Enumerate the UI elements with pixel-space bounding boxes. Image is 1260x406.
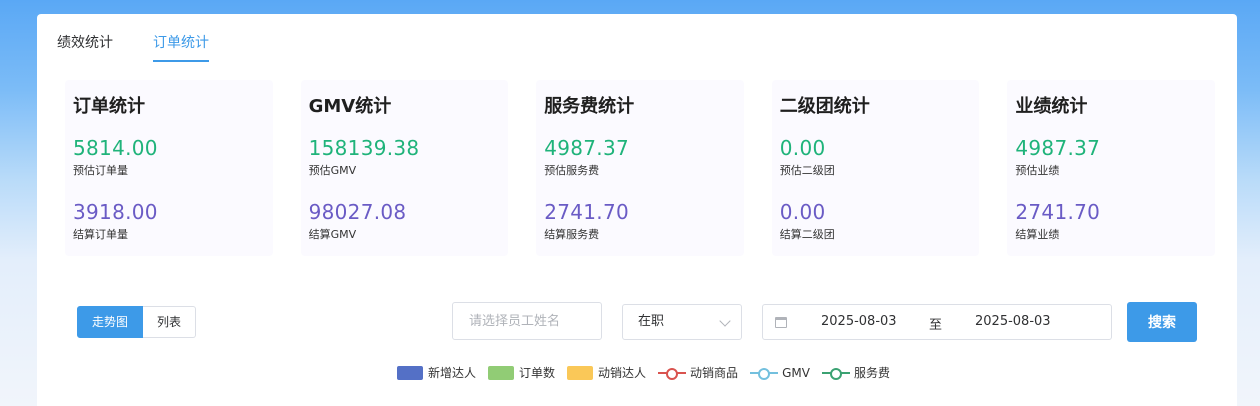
chart-legend: 新增达人 订单数 动销达人 动销商品 GMV 服务费 [397, 364, 902, 381]
estimated-label: 预估二级团 [779, 164, 835, 177]
employee-name-input[interactable] [452, 302, 602, 340]
legend-swatch [488, 365, 515, 380]
date-start[interactable]: 2025-08-03 [821, 314, 897, 329]
settled-label: 结算服务费 [544, 228, 600, 241]
estimated-label: 预估服务费 [544, 164, 600, 177]
estimated-label: 预估订单量 [73, 164, 128, 177]
settled-value: 3918.00 [73, 200, 158, 224]
card-title: 服务费统计 [544, 96, 635, 117]
legend-item-service-fee[interactable]: 服务费 [821, 364, 890, 381]
estimated-value: 158139.38 [308, 136, 420, 160]
settled-label: 结算订单量 [73, 228, 128, 241]
legend-label: 订单数 [519, 366, 556, 380]
settled-value: 2741.70 [544, 200, 629, 224]
estimated-value: 4987.37 [1015, 136, 1101, 160]
legend-line-marker [658, 366, 687, 380]
legend-label: 动销商品 [690, 366, 739, 380]
stats-panel: 绩效统计 订单统计 订单统计 5814.00 预估订单量 3918.00 结算订… [37, 14, 1237, 406]
legend-item-orders[interactable]: 订单数 [488, 364, 555, 381]
calendar-icon [775, 317, 787, 328]
estimated-label: 预估业绩 [1015, 164, 1060, 177]
card-title: 订单统计 [73, 96, 145, 117]
legend-line-marker [821, 366, 850, 380]
card-performance: 业绩统计 4987.37 预估业绩 2741.70 结算业绩 [1007, 80, 1215, 256]
estimated-value: 4987.37 [544, 136, 629, 160]
tab-bar: 绩效统计 订单统计 [57, 32, 209, 62]
settled-label: 结算二级团 [779, 228, 835, 241]
legend-swatch [567, 365, 594, 380]
estimated-label: 预估GMV [308, 164, 357, 177]
card-orders: 订单统计 5814.00 预估订单量 3918.00 结算订单量 [65, 80, 273, 256]
legend-label: 动销达人 [598, 366, 647, 380]
search-button[interactable]: 搜索 [1127, 302, 1197, 342]
legend-swatch [397, 365, 423, 380]
legend-item-active-products[interactable]: 动销商品 [658, 364, 738, 381]
status-value: 在职 [638, 314, 665, 329]
card-gmv: GMV统计 158139.38 预估GMV 98027.08 结算GMV [300, 80, 509, 256]
card-second-group: 二级团统计 0.00 预估二级团 0.00 结算二级团 [771, 80, 980, 256]
tab-performance[interactable]: 绩效统计 [57, 32, 113, 62]
estimated-value: 5814.00 [73, 136, 158, 160]
legend-item-active-creators[interactable]: 动销达人 [567, 364, 646, 381]
estimated-value: 0.00 [779, 136, 826, 160]
date-end[interactable]: 2025-08-03 [975, 314, 1051, 329]
settled-label: 结算业绩 [1015, 228, 1060, 241]
trend-chart-button[interactable]: 走势图 [77, 306, 144, 338]
date-separator: 至 [929, 318, 943, 333]
chevron-down-icon [719, 315, 731, 327]
legend-item-gmv[interactable]: GMV [750, 366, 810, 380]
settled-value: 0.00 [779, 200, 826, 224]
card-title: GMV统计 [308, 96, 392, 117]
card-service-fee: 服务费统计 4987.37 预估服务费 2741.70 结算服务费 [536, 80, 744, 256]
legend-label: 新增达人 [428, 366, 477, 380]
status-select[interactable]: 在职 [622, 304, 742, 340]
settled-value: 98027.08 [308, 200, 407, 224]
card-title: 业绩统计 [1015, 96, 1088, 117]
legend-item-new-creators[interactable]: 新增达人 [397, 364, 476, 381]
view-toggle: 走势图 列表 [77, 306, 197, 338]
stat-cards: 订单统计 5814.00 预估订单量 3918.00 结算订单量 GMV统计 1… [65, 80, 1215, 256]
tab-orders[interactable]: 订单统计 [153, 32, 209, 62]
legend-label: 服务费 [853, 366, 890, 380]
settled-label: 结算GMV [308, 228, 357, 241]
list-button[interactable]: 列表 [143, 306, 197, 338]
legend-line-marker [750, 366, 779, 380]
legend-label: GMV [782, 365, 810, 380]
settled-value: 2741.70 [1015, 200, 1101, 224]
date-range-picker[interactable]: 2025-08-03 至 2025-08-03 [762, 304, 1112, 340]
card-title: 二级团统计 [779, 96, 870, 117]
